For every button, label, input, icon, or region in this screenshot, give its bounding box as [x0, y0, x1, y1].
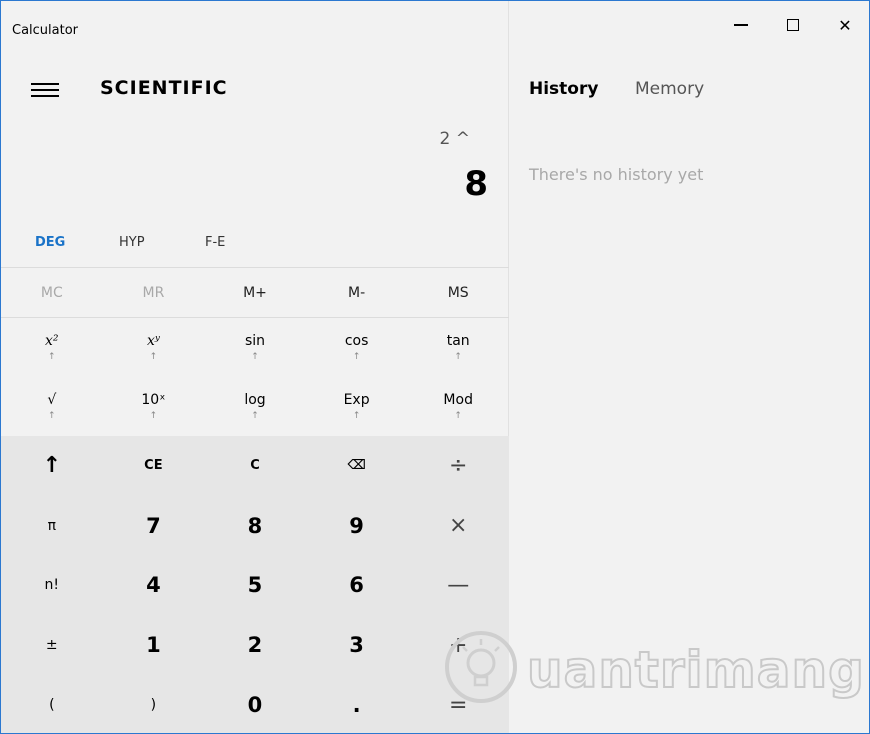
calculator-pane: Calculator SCIENTIFIC 2 ^ 8 DEG HYP F-E … — [1, 1, 509, 733]
minimize-icon — [734, 24, 748, 26]
memory-row: MC MR M+ M- MS — [1, 269, 509, 317]
deg-button[interactable]: DEG — [35, 235, 65, 250]
maximize-button[interactable] — [767, 1, 819, 49]
digit-0-button[interactable]: 0 — [204, 675, 306, 733]
shift-arrow-icon: ↑ — [149, 352, 158, 362]
ten-power-label: 10ˣ — [141, 392, 166, 408]
angle-mode-bar: DEG HYP F-E — [1, 231, 509, 267]
tan-button[interactable]: tan ↑ — [407, 318, 509, 377]
shift-arrow-icon: ↑ — [48, 352, 56, 362]
digit-3-button[interactable]: 3 — [306, 615, 408, 675]
mr-button[interactable]: MR — [103, 269, 205, 317]
shift-arrow-icon: ↑ — [149, 411, 158, 421]
square-button[interactable]: x² ↑ — [1, 318, 103, 377]
mode-title: SCIENTIFIC — [100, 77, 228, 99]
digit-7-button[interactable]: 7 — [103, 496, 205, 556]
scientific-functions: x² ↑ xʸ ↑ sin ↑ cos ↑ tan ↑ √ ↑ 10ˣ ↑ lo… — [1, 318, 509, 436]
maximize-icon — [787, 19, 799, 31]
digit-4-button[interactable]: 4 — [103, 556, 205, 616]
multiply-button[interactable]: × — [407, 496, 509, 556]
add-button[interactable]: + — [407, 615, 509, 675]
shift-arrow-icon: ↑ — [454, 411, 462, 421]
shift-arrow-icon: ↑ — [48, 411, 56, 421]
square-label: x² — [45, 333, 59, 349]
window-title: Calculator — [12, 23, 79, 38]
mod-button[interactable]: Mod ↑ — [407, 377, 509, 436]
shift-arrow-icon: ↑ — [454, 352, 462, 362]
history-pane: ✕ History Memory There's no history yet — [510, 1, 869, 733]
power-label: xʸ — [146, 333, 160, 349]
digit-9-button[interactable]: 9 — [306, 496, 408, 556]
minimize-button[interactable] — [715, 1, 767, 49]
log-button[interactable]: log ↑ — [204, 377, 306, 436]
decimal-button[interactable]: . — [306, 675, 408, 733]
clear-button[interactable]: C — [204, 436, 306, 496]
shift-arrow-icon: ↑ — [352, 411, 361, 421]
ten-power-button[interactable]: 10ˣ ↑ — [103, 377, 205, 436]
close-paren-button[interactable]: ) — [103, 675, 205, 733]
history-empty-message: There's no history yet — [529, 165, 704, 184]
window-controls: ✕ — [715, 1, 869, 49]
fe-button[interactable]: F-E — [205, 235, 225, 250]
sqrt-button[interactable]: √ ↑ — [1, 377, 103, 436]
ce-button[interactable]: CE — [103, 436, 205, 496]
divider — [1, 267, 509, 268]
power-button[interactable]: xʸ ↑ — [103, 318, 205, 377]
subtract-button[interactable]: — — [407, 556, 509, 616]
sin-label: sin — [244, 333, 266, 349]
mc-button[interactable]: MC — [1, 269, 103, 317]
menu-icon[interactable] — [31, 81, 59, 99]
open-paren-button[interactable]: ( — [1, 675, 103, 733]
digit-2-button[interactable]: 2 — [204, 615, 306, 675]
log-label: log — [244, 392, 266, 408]
digit-1-button[interactable]: 1 — [103, 615, 205, 675]
equals-button[interactable]: = — [407, 675, 509, 733]
shift-arrow-icon: ↑ — [251, 411, 259, 421]
calculator-window: Calculator SCIENTIFIC 2 ^ 8 DEG HYP F-E … — [0, 0, 870, 734]
close-icon: ✕ — [838, 15, 852, 35]
sqrt-label: √ — [47, 392, 57, 408]
hyp-button[interactable]: HYP — [119, 235, 145, 250]
digit-6-button[interactable]: 6 — [306, 556, 408, 616]
pi-button[interactable]: π — [1, 496, 103, 556]
shift-arrow-icon: ↑ — [251, 352, 259, 362]
expression-display: 2 ^ — [439, 129, 470, 149]
keypad: ↑ CE C ⌫ ÷ π 7 8 9 × n! 4 5 6 — ± 1 2 3 … — [1, 436, 509, 733]
close-button[interactable]: ✕ — [819, 1, 869, 49]
mod-label: Mod — [443, 392, 473, 408]
tab-memory[interactable]: Memory — [635, 79, 704, 99]
tab-history[interactable]: History — [529, 79, 598, 99]
ms-button[interactable]: MS — [407, 269, 509, 317]
m-plus-button[interactable]: M+ — [204, 269, 306, 317]
negate-button[interactable]: ± — [1, 615, 103, 675]
factorial-button[interactable]: n! — [1, 556, 103, 616]
digit-8-button[interactable]: 8 — [204, 496, 306, 556]
sin-button[interactable]: sin ↑ — [204, 318, 306, 377]
m-minus-button[interactable]: M- — [306, 269, 408, 317]
shift-up-button[interactable]: ↑ — [1, 436, 103, 496]
backspace-button[interactable]: ⌫ — [306, 436, 408, 496]
tan-label: tan — [446, 333, 470, 349]
cos-button[interactable]: cos ↑ — [306, 318, 408, 377]
result-display: 8 — [464, 164, 488, 204]
shift-arrow-icon: ↑ — [352, 352, 361, 362]
exp-label: Exp — [343, 392, 370, 408]
divide-button[interactable]: ÷ — [407, 436, 509, 496]
cos-label: cos — [344, 333, 369, 349]
digit-5-button[interactable]: 5 — [204, 556, 306, 616]
exp-button[interactable]: Exp ↑ — [306, 377, 408, 436]
